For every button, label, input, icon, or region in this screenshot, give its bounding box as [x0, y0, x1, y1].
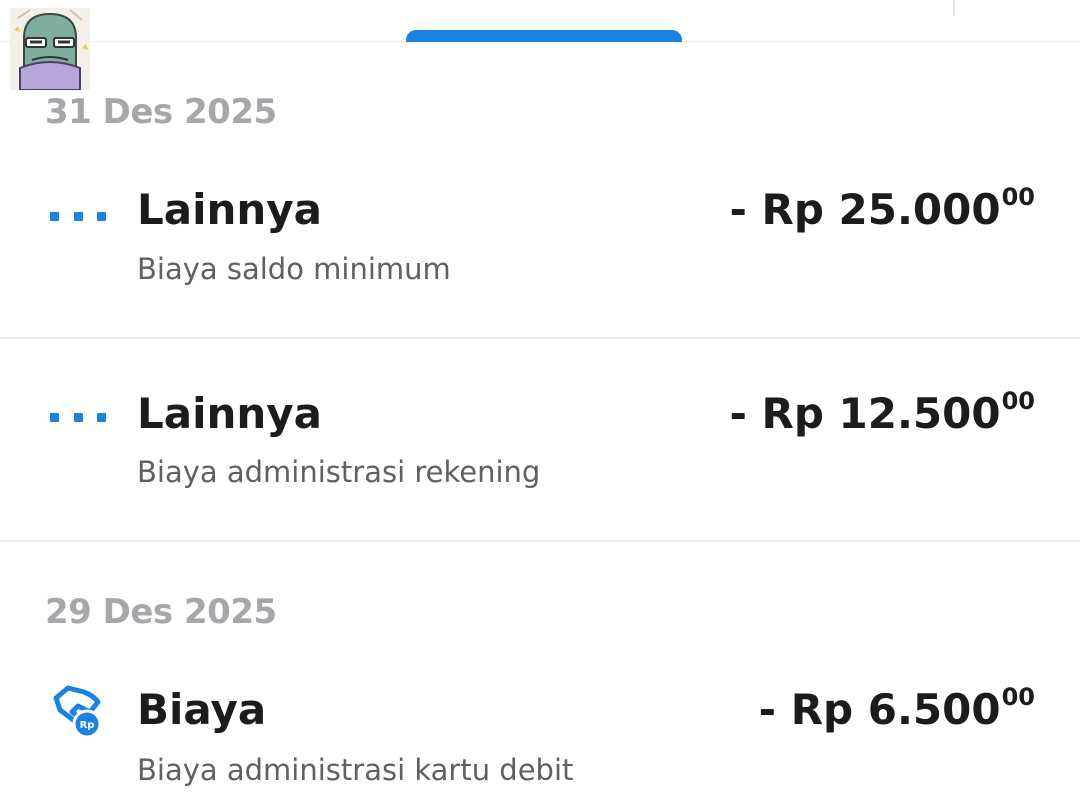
topbar-divider [953, 0, 955, 16]
transaction-history-screen: 31 Des 2025 Lainnya Biaya saldo minimum … [0, 0, 1080, 807]
transaction-description: Biaya administrasi rekening [137, 455, 541, 489]
transaction-row[interactable]: Lainnya Biaya saldo minimum - Rp 25.0000… [0, 165, 1080, 339]
transaction-amount: - Rp 12.50000 [729, 387, 1035, 438]
transaction-amount: - Rp 25.00000 [729, 183, 1035, 234]
svg-text:Rp: Rp [80, 720, 95, 731]
transaction-amount: - Rp 6.50000 [758, 683, 1035, 734]
more-dots-icon [50, 411, 106, 423]
sticker-avatar-icon[interactable] [10, 8, 90, 91]
amount-main: - Rp 6.500 [758, 685, 1001, 734]
transaction-title: Lainnya [137, 185, 323, 234]
transaction-description: Biaya saldo minimum [137, 252, 451, 286]
transaction-row[interactable]: Rp Biaya Biaya administrasi kartu debit … [0, 660, 1080, 807]
date-header: 29 Des 2025 [45, 592, 277, 632]
top-tab-bar [0, 0, 1080, 42]
active-tab-indicator[interactable] [406, 30, 682, 42]
more-dots-icon [50, 210, 106, 222]
transaction-row[interactable]: Lainnya Biaya administrasi rekening - Rp… [0, 339, 1080, 542]
fee-card-icon: Rp [50, 682, 108, 746]
transaction-title: Biaya [137, 685, 267, 734]
amount-cents: 00 [1001, 183, 1035, 211]
amount-cents: 00 [1001, 387, 1035, 415]
transaction-title: Lainnya [137, 389, 323, 438]
amount-cents: 00 [1001, 683, 1035, 711]
transaction-description: Biaya administrasi kartu debit [137, 753, 574, 787]
amount-main: - Rp 12.500 [729, 389, 1001, 438]
amount-main: - Rp 25.000 [729, 185, 1001, 234]
date-header: 31 Des 2025 [45, 92, 277, 132]
